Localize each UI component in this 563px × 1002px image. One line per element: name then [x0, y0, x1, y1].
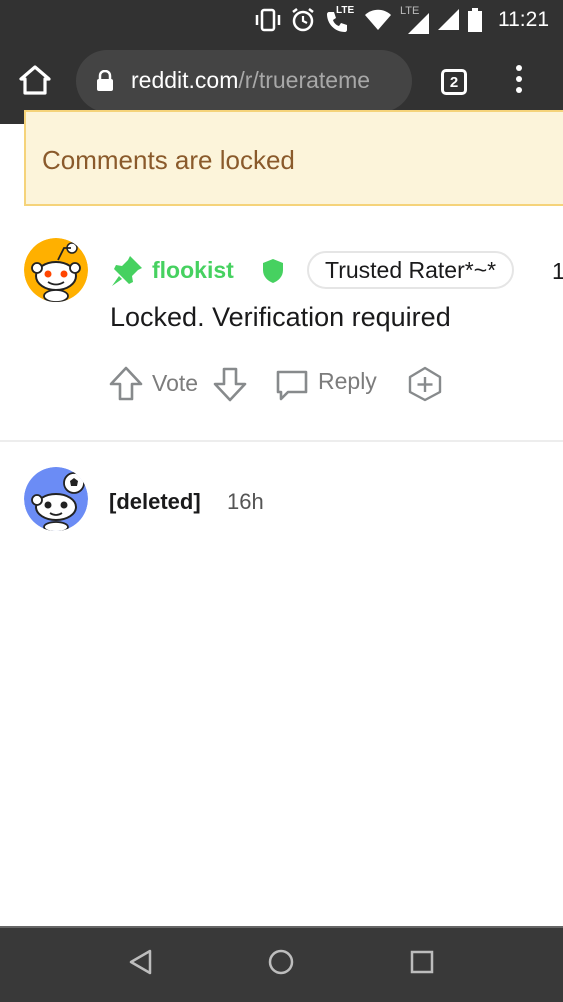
comment-time: 16h	[227, 489, 264, 514]
user-flair: Trusted Rater*~*	[307, 251, 515, 289]
wifi-icon	[365, 9, 391, 30]
home-button[interactable]	[18, 64, 58, 100]
avatar[interactable]	[24, 238, 88, 302]
system-nav-bar	[0, 926, 563, 1002]
award-icon[interactable]	[406, 364, 444, 404]
home-nav-icon[interactable]	[267, 948, 295, 976]
reply-icon[interactable]	[274, 364, 310, 404]
vote-label: Vote	[152, 370, 199, 396]
lte-signal-icon: LTE	[400, 5, 430, 34]
lte-call-label: LTE	[336, 5, 355, 16]
vibrate-icon	[255, 8, 281, 32]
upvote-icon[interactable]	[108, 364, 144, 404]
reply-button[interactable]: Reply	[318, 368, 377, 395]
comment-meta-overflow: 1	[552, 258, 563, 284]
user-flair-text: Trusted Rater*~*	[325, 256, 497, 283]
tab-count: 2	[449, 73, 459, 91]
recents-icon[interactable]	[409, 949, 435, 975]
comment-divider	[0, 440, 563, 442]
url-bar[interactable]: reddit.com/r/truerateme	[76, 50, 412, 112]
comment-username: [deleted]	[109, 489, 201, 514]
downvote-icon[interactable]	[212, 364, 248, 404]
lock-icon	[97, 70, 113, 91]
clock: 11:21	[498, 8, 549, 31]
status-icons: LTE LTE 11:21	[254, 5, 549, 34]
snoo-avatar-blue	[24, 467, 88, 531]
status-bar: LTE LTE 11:21	[0, 0, 563, 40]
locked-banner-text: Comments are locked	[42, 145, 295, 175]
back-icon[interactable]	[128, 948, 154, 976]
shield-icon	[263, 259, 283, 283]
comment-username[interactable]: flookist	[152, 257, 234, 284]
menu-icon[interactable]	[512, 65, 526, 99]
url-domain: reddit.com	[131, 67, 239, 93]
signal-icon	[438, 9, 459, 30]
home-icon	[19, 65, 51, 95]
tabs-button[interactable]: 2	[441, 69, 467, 95]
avatar[interactable]	[24, 467, 88, 531]
battery-icon	[468, 8, 482, 32]
pin-icon	[112, 256, 142, 286]
wifi-call-icon: LTE	[324, 5, 356, 33]
url-path: /r/truerateme	[238, 67, 371, 93]
alarm-icon	[292, 8, 314, 32]
comment-body: Locked. Verification required	[110, 302, 451, 332]
url-text[interactable]: reddit.com/r/truerateme	[131, 67, 370, 94]
locked-banner: Comments are locked	[24, 110, 563, 206]
snoo-avatar-orange	[24, 238, 88, 302]
